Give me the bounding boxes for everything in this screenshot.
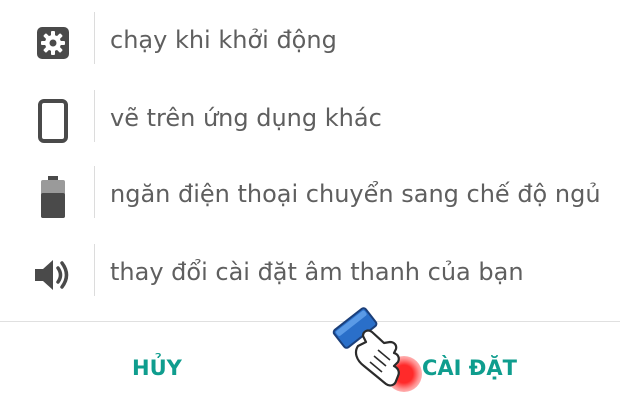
- dialog-footer-divider: [0, 321, 620, 322]
- permission-label: vẽ trên ứng dụng khác: [110, 104, 382, 132]
- row-divider: [94, 166, 95, 218]
- speaker-icon: [28, 250, 78, 300]
- permission-item-change-audio: thay đổi cài đặt âm thanh của bạn: [0, 244, 620, 304]
- permission-item-draw-over-apps: vẽ trên ứng dụng khác: [0, 90, 620, 150]
- battery-icon: [28, 172, 78, 222]
- pointing-hand-cursor-icon: [328, 300, 418, 390]
- permission-item-run-at-startup: chạy khi khởi động: [0, 12, 620, 72]
- row-divider: [94, 90, 95, 142]
- install-button[interactable]: CÀI ĐẶT: [412, 348, 527, 388]
- phone-icon: [28, 96, 78, 146]
- permission-label: chạy khi khởi động: [110, 26, 337, 54]
- gear-icon: [28, 18, 78, 68]
- permission-list: chạy khi khởi động vẽ trên ứng dụng khác…: [0, 0, 620, 320]
- permission-label: thay đổi cài đặt âm thanh của bạn: [110, 258, 524, 286]
- permission-item-prevent-sleep: ngăn điện thoại chuyển sang chế độ ngủ: [0, 166, 620, 226]
- row-divider: [94, 244, 95, 296]
- cancel-button[interactable]: HỦY: [122, 348, 192, 388]
- row-divider: [94, 12, 95, 64]
- permission-label: ngăn điện thoại chuyển sang chế độ ngủ: [110, 180, 601, 208]
